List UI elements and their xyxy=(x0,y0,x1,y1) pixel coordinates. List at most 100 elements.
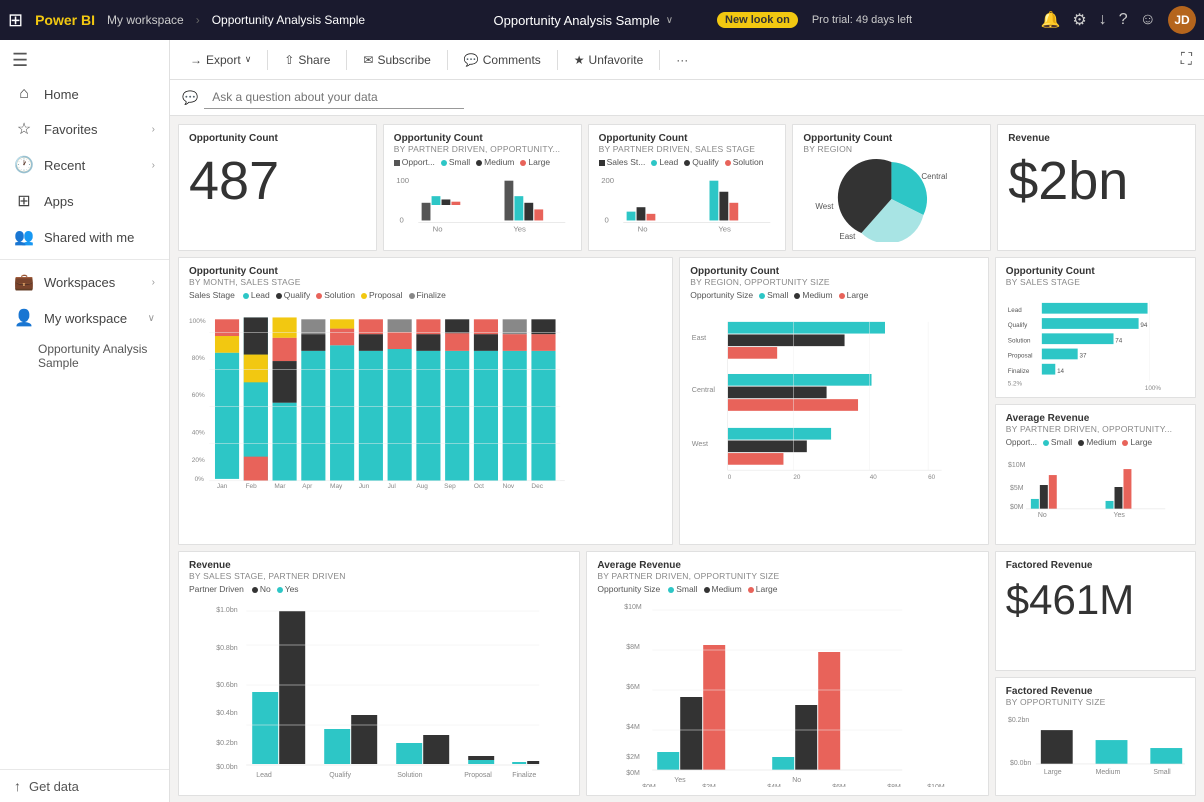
svg-text:5.2%: 5.2% xyxy=(1008,380,1023,387)
svg-text:No: No xyxy=(432,225,442,234)
avg-rev-sm-legend: Opport... Small Medium Large xyxy=(1006,437,1185,447)
card-revenue-2bn[interactable]: Revenue $2bn xyxy=(997,124,1196,251)
card-factored-rev-big[interactable]: Factored Revenue $461M xyxy=(995,551,1196,671)
sidebar-item-favorites[interactable]: ☆ Favorites › xyxy=(0,111,169,147)
center-title[interactable]: Opportunity Analysis Sample xyxy=(494,13,660,28)
qa-bar: 💬 xyxy=(170,80,1204,116)
sidebar-get-data[interactable]: ↑ Get data xyxy=(0,769,169,802)
export-button[interactable]: → Export ∨ xyxy=(182,49,259,71)
dashboard-row-3: Revenue BY SALES STAGE, PARTNER DRIVEN P… xyxy=(178,551,1196,796)
card-month-stage[interactable]: Opportunity Count BY MONTH, SALES STAGE … xyxy=(178,257,673,545)
svg-text:Large: Large xyxy=(1044,768,1062,775)
export-icon: → xyxy=(190,53,202,67)
card-opp-count-487[interactable]: Opportunity Count 487 xyxy=(178,124,377,251)
star-icon: ★ xyxy=(574,53,585,67)
new-look-toggle[interactable]: New look on xyxy=(717,12,798,28)
card-opp-stage-bar[interactable]: Opportunity Count BY SALES STAGE 100% Le… xyxy=(995,257,1196,398)
avg-rsz-title: Average Revenue xyxy=(597,560,977,571)
opp-p-title: Opportunity Count xyxy=(394,133,571,144)
sidebar-item-workspaces[interactable]: 💼 Workspaces › xyxy=(0,264,169,300)
card-avg-rev-size[interactable]: Average Revenue BY PARTNER DRIVEN, OPPOR… xyxy=(586,551,988,796)
favorites-chevron-icon: › xyxy=(152,124,155,135)
svg-text:Solution: Solution xyxy=(397,772,422,779)
opp-s-sub: BY PARTNER DRIVEN, SALES STAGE xyxy=(599,144,776,154)
svg-text:40%: 40% xyxy=(192,429,205,436)
card-avg-rev-small[interactable]: Average Revenue BY PARTNER DRIVEN, OPPOR… xyxy=(995,404,1196,545)
opp-p-sub: BY PARTNER DRIVEN, OPPORTUNITY... xyxy=(394,144,571,154)
opp-r-sub: BY REGION xyxy=(803,144,980,154)
sidebar-item-recent[interactable]: 🕐 Recent › xyxy=(0,147,169,183)
dropdown-chevron-icon[interactable]: ∨ xyxy=(666,15,673,26)
svg-text:Yes: Yes xyxy=(1113,512,1125,519)
help-icon[interactable]: ? xyxy=(1119,11,1128,29)
card-opp-partner[interactable]: Opportunity Count BY PARTNER DRIVEN, OPP… xyxy=(383,124,582,251)
opp-stage-bar-sub: BY SALES STAGE xyxy=(1006,277,1185,287)
right-col-row3: Factored Revenue $461M Factored Revenue … xyxy=(995,551,1196,796)
svg-text:Sep: Sep xyxy=(444,483,456,490)
svg-text:West: West xyxy=(816,202,835,211)
home-icon: ⌂ xyxy=(14,85,34,103)
workspace-label[interactable]: My workspace xyxy=(107,13,184,27)
svg-text:100: 100 xyxy=(396,176,409,185)
qa-input[interactable] xyxy=(204,86,464,109)
svg-text:Yes: Yes xyxy=(675,777,687,784)
toolbar-separator-1 xyxy=(267,50,268,70)
sidebar-subitem-report[interactable]: Opportunity Analysis Sample xyxy=(0,336,169,376)
user-avatar[interactable]: JD xyxy=(1168,6,1196,34)
svg-text:$0M: $0M xyxy=(627,770,641,777)
opp-stage-bar-title: Opportunity Count xyxy=(1006,266,1185,277)
apps-icon: ⊞ xyxy=(14,191,34,211)
chart-sales-stage: 200 0 No Yes xyxy=(599,170,776,240)
unfavorite-button[interactable]: ★ Unfavorite xyxy=(566,49,651,71)
emoji-icon[interactable]: ☺ xyxy=(1140,11,1156,29)
svg-text:60%: 60% xyxy=(192,392,205,399)
sidebar-item-myworkspace[interactable]: 👤 My workspace ∨ xyxy=(0,300,169,336)
card-factored-rev-size[interactable]: Factored Revenue BY OPPORTUNITY SIZE $0.… xyxy=(995,677,1196,797)
shared-icon: 👥 xyxy=(14,227,34,247)
toolbar-separator-3 xyxy=(447,50,448,70)
sidebar-item-shared[interactable]: 👥 Shared with me xyxy=(0,219,169,255)
expand-icon[interactable]: ⛶ xyxy=(1181,51,1192,69)
opp487-value: 487 xyxy=(189,144,366,218)
fact-sz-title: Factored Revenue xyxy=(1006,686,1185,697)
dashboard-row-2: Opportunity Count BY MONTH, SALES STAGE … xyxy=(178,257,1196,545)
myworkspace-chevron-icon: ∨ xyxy=(148,313,155,324)
notifications-icon[interactable]: 🔔 xyxy=(1040,10,1060,30)
svg-text:100%: 100% xyxy=(189,318,206,325)
month-sub: BY MONTH, SALES STAGE xyxy=(189,277,662,287)
more-button[interactable]: ··· xyxy=(668,49,696,71)
svg-text:$6M: $6M xyxy=(627,684,641,691)
fact-rev-title: Factored Revenue xyxy=(1006,560,1185,571)
avg-rev-sm-title: Average Revenue xyxy=(1006,413,1185,424)
grid-icon[interactable]: ⊞ xyxy=(8,10,23,31)
svg-text:$0M: $0M xyxy=(643,784,657,787)
settings-icon[interactable]: ⚙ xyxy=(1072,10,1086,30)
svg-text:$0.8bn: $0.8bn xyxy=(216,645,238,652)
more-icon: ··· xyxy=(676,53,688,67)
card-rev-sales-partner[interactable]: Revenue BY SALES STAGE, PARTNER DRIVEN P… xyxy=(178,551,580,796)
sidebar-item-apps[interactable]: ⊞ Apps xyxy=(0,183,169,219)
fact-rev-value: $461M xyxy=(1006,571,1185,629)
card-opp-sales[interactable]: Opportunity Count BY PARTNER DRIVEN, SAL… xyxy=(588,124,787,251)
comments-button[interactable]: 💬 Comments xyxy=(456,49,549,71)
sidebar-toggle[interactable]: ☰ xyxy=(0,44,169,77)
download-icon[interactable]: ↓ xyxy=(1099,11,1107,29)
share-button[interactable]: ⇧ Share xyxy=(276,49,338,71)
svg-text:$6M: $6M xyxy=(833,784,847,787)
svg-text:Proposal: Proposal xyxy=(1008,353,1033,360)
svg-text:$2M: $2M xyxy=(627,754,641,761)
avg-rsz-legend: Opportunity Size Small Medium Large xyxy=(597,584,977,594)
get-data-icon: ↑ xyxy=(14,778,21,794)
chart-partner: 100 0 No Yes xyxy=(394,170,571,240)
qa-icon: 💬 xyxy=(182,90,198,106)
subscribe-button[interactable]: ✉ Subscribe xyxy=(355,49,438,71)
svg-text:40: 40 xyxy=(870,474,877,481)
recent-icon: 🕐 xyxy=(14,155,34,175)
export-chevron-icon: ∨ xyxy=(245,54,252,65)
reg-sz-sub: BY REGION, OPPORTUNITY SIZE xyxy=(690,277,978,287)
sidebar-item-home[interactable]: ⌂ Home xyxy=(0,77,169,111)
card-region-opp-size[interactable]: Opportunity Count BY REGION, OPPORTUNITY… xyxy=(679,257,989,545)
svg-text:Feb: Feb xyxy=(246,483,258,490)
svg-text:May: May xyxy=(330,483,343,490)
card-opp-region-pie[interactable]: Opportunity Count BY REGION Central East… xyxy=(792,124,991,251)
